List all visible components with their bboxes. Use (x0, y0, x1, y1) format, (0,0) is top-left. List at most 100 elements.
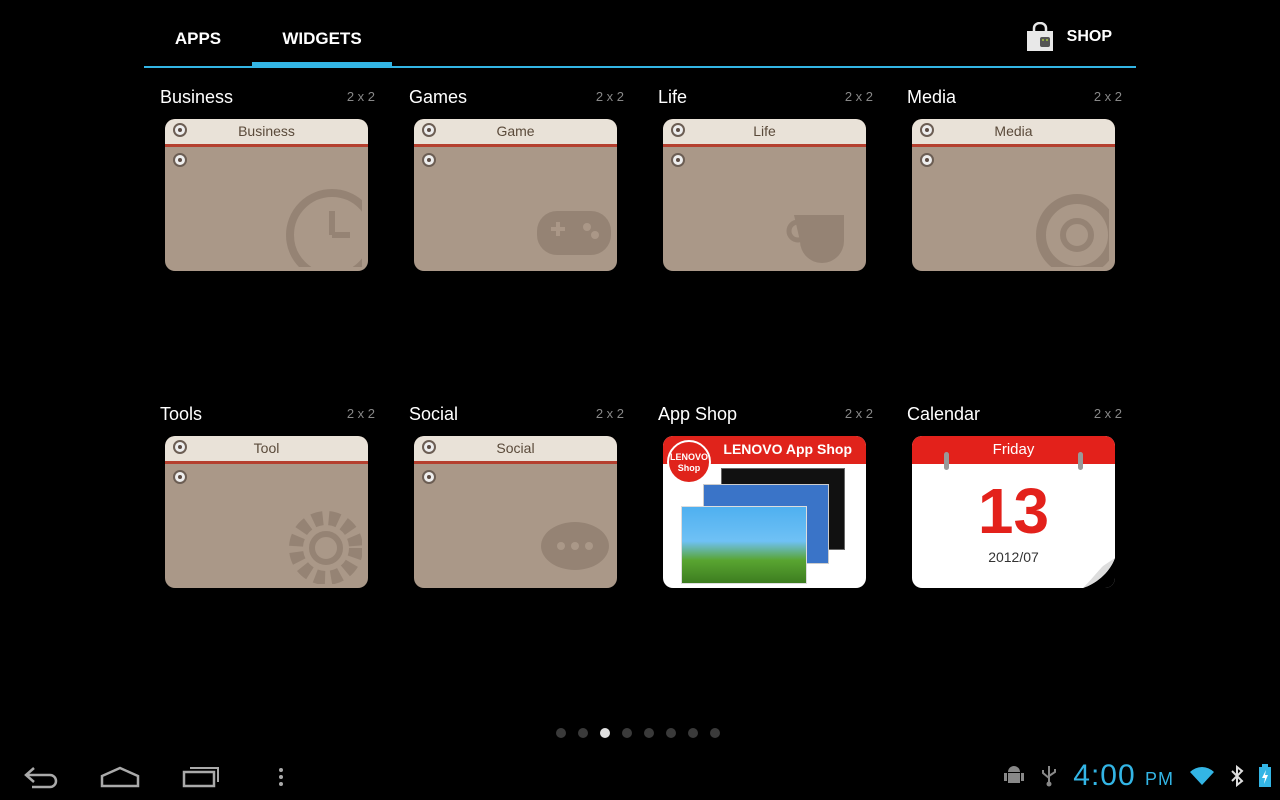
widget-name: Life (658, 87, 688, 107)
tab-bar: APPS WIDGETS SHOP (144, 0, 1136, 68)
folder-banner: Social (414, 436, 617, 464)
clock-ampm: PM (1145, 769, 1174, 789)
widget-name: Media (907, 87, 957, 107)
widget-preview: Game (414, 119, 617, 271)
widget-preview: Social (414, 436, 617, 588)
android-debug-icon (1004, 766, 1025, 783)
lenovo-shop-badge: LENOVO Shop (667, 440, 711, 484)
folder-banner-label: Game (496, 123, 535, 139)
widget-preview: Life (663, 119, 866, 271)
widget-business[interactable]: Business 2 x 2 Business (160, 87, 375, 271)
widget-size: 2 x 2 (1093, 89, 1122, 104)
calendar-pin (1078, 452, 1083, 470)
clock: 4:00 PM (1073, 759, 1174, 793)
home-icon[interactable] (100, 764, 140, 790)
widget-name: Calendar (907, 404, 981, 424)
ring-icon (173, 153, 187, 167)
ring-icon (920, 123, 934, 137)
page-dot[interactable] (556, 728, 566, 738)
recent-apps-icon[interactable] (182, 764, 220, 790)
shop-label: SHOP (1066, 28, 1112, 45)
widget-life[interactable]: Life 2 x 2 Life (658, 87, 873, 271)
page-dot[interactable] (622, 728, 632, 738)
back-icon[interactable] (22, 764, 60, 790)
widget-size: 2 x 2 (346, 89, 375, 104)
widget-name: Games (409, 87, 468, 107)
tab-selected-indicator (252, 62, 392, 68)
widget-calendar[interactable]: Calendar 2 x 2 Friday 13 2012/07 (907, 404, 1122, 588)
status-area[interactable]: 4:00 PM (1003, 756, 1272, 796)
wifi-icon (1190, 767, 1214, 785)
page-dot[interactable] (710, 728, 720, 738)
widget-name: Business (160, 87, 234, 107)
page-indicator (556, 728, 720, 738)
bluetooth-icon (1231, 764, 1244, 788)
ring-icon (173, 123, 187, 137)
widget-name: Tools (160, 404, 203, 424)
folder-banner: Business (165, 119, 368, 147)
clock-icon (286, 189, 362, 267)
shop-button[interactable]: SHOP (1025, 20, 1112, 54)
clock-time: 4:00 (1073, 759, 1136, 792)
ring-icon (422, 153, 436, 167)
tab-widgets[interactable]: WIDGETS (252, 0, 392, 68)
calendar-date: 13 (977, 475, 1050, 547)
folder-banner: Media (912, 119, 1115, 147)
widget-size: 2 x 2 (346, 406, 375, 421)
widget-media[interactable]: Media 2 x 2 Media (907, 87, 1122, 271)
page-curl-icon (1083, 558, 1115, 588)
chat-icon (541, 522, 609, 570)
calendar-pin (944, 452, 949, 470)
app-screenshot (681, 506, 807, 584)
widget-social[interactable]: Social 2 x 2 Social (409, 404, 624, 588)
page-dot[interactable] (688, 728, 698, 738)
shopping-bag-icon (1026, 22, 1053, 51)
widget-preview: Media (912, 119, 1115, 271)
widget-size: 2 x 2 (595, 89, 624, 104)
widget-name: Social (409, 404, 459, 424)
cup-icon (786, 215, 844, 263)
tab-apps[interactable]: APPS (152, 0, 244, 66)
page-dot[interactable] (578, 728, 588, 738)
widget-tools[interactable]: Tools 2 x 2 Tool (160, 404, 375, 588)
tab-widgets-label: WIDGETS (282, 29, 362, 48)
widget-preview: Friday 13 2012/07 (912, 436, 1115, 588)
folder-banner: Tool (165, 436, 368, 464)
page-dot[interactable] (644, 728, 654, 738)
widget-size: 2 x 2 (844, 406, 873, 421)
widget-preview: LENOVO App Shop LENOVO Shop (663, 436, 866, 588)
widget-size: 2 x 2 (595, 406, 624, 421)
ring-icon (422, 440, 436, 454)
widget-app-shop[interactable]: App Shop 2 x 2 LENOVO App Shop LENOVO Sh… (658, 404, 873, 588)
ring-icon (920, 153, 934, 167)
ring-icon (422, 123, 436, 137)
app-shop-banner-label: LENOVO App Shop (723, 441, 852, 457)
disc-icon (1036, 194, 1109, 267)
battery-charging-icon (1259, 764, 1271, 787)
page-dot[interactable] (666, 728, 676, 738)
ring-icon (671, 123, 685, 137)
gear-icon (289, 511, 362, 584)
folder-banner: Life (663, 119, 866, 147)
folder-banner-label: Business (238, 123, 295, 139)
widget-size: 2 x 2 (1093, 406, 1122, 421)
folder-banner-label: Social (496, 440, 535, 456)
ring-icon (173, 440, 187, 454)
page-dot-active[interactable] (600, 728, 610, 738)
widget-games[interactable]: Games 2 x 2 Game (409, 87, 624, 271)
calendar-day: Friday (992, 441, 1035, 458)
widget-name: App Shop (658, 404, 738, 424)
calendar-header: Friday (912, 436, 1115, 464)
gamepad-icon (537, 211, 611, 255)
ring-icon (173, 470, 187, 484)
folder-banner-label: Tool (253, 440, 280, 456)
folder-banner: Game (414, 119, 617, 147)
ring-icon (671, 153, 685, 167)
folder-banner-label: Media (994, 123, 1033, 139)
widget-preview: Tool (165, 436, 368, 588)
usb-icon (1042, 766, 1057, 787)
widget-preview: Business (165, 119, 368, 271)
menu-icon[interactable] (276, 764, 286, 790)
ring-icon (422, 470, 436, 484)
widget-size: 2 x 2 (844, 89, 873, 104)
